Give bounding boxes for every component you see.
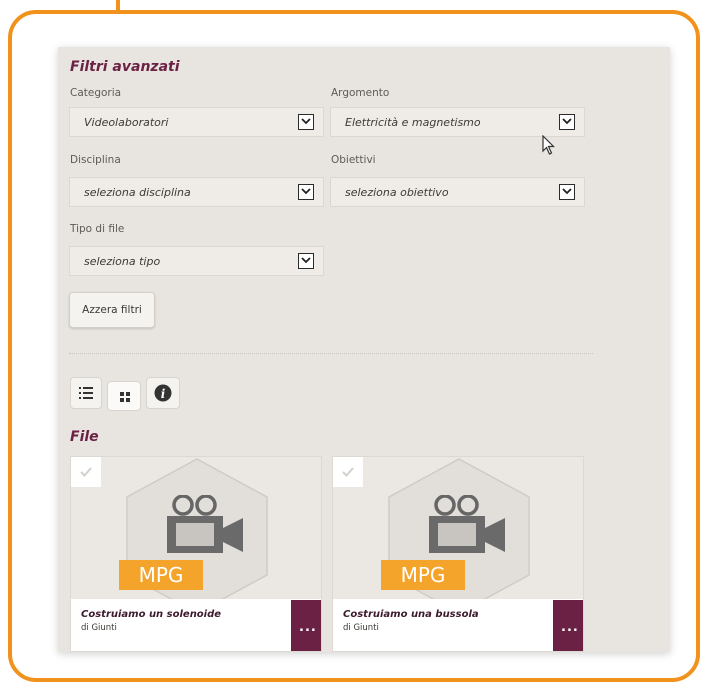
mouse-pointer-icon: [542, 135, 555, 155]
file-card[interactable]: MPG Costruiamo un solenoide di Giunti ..…: [70, 456, 322, 652]
reset-filters-button[interactable]: Azzera filtri: [69, 292, 155, 328]
grid-icon: [120, 392, 130, 402]
obiettivi-select[interactable]: seleziona obiettivo: [330, 177, 585, 207]
select-checkbox[interactable]: [333, 457, 363, 487]
disciplina-value: seleziona disciplina: [84, 186, 191, 199]
file-author: di Giunti: [81, 623, 117, 633]
file-author: di Giunti: [343, 623, 379, 633]
svg-text:i: i: [161, 387, 166, 401]
chevron-down-icon[interactable]: [298, 253, 314, 269]
argomento-select[interactable]: Elettricità e magnetismo: [330, 107, 585, 137]
more-icon: ...: [299, 620, 317, 635]
chevron-down-icon[interactable]: [298, 184, 314, 200]
more-icon: ...: [561, 620, 579, 635]
list-view-button[interactable]: [70, 377, 102, 409]
categoria-label: Categoria: [70, 87, 122, 99]
callout-pointer: [116, 0, 120, 14]
chevron-down-icon[interactable]: [298, 114, 314, 130]
select-checkbox[interactable]: [71, 457, 101, 487]
argomento-label: Argomento: [331, 87, 390, 99]
more-options-button[interactable]: ...: [291, 600, 321, 651]
categoria-value: Videolaboratori: [84, 116, 169, 129]
tipo-file-label: Tipo di file: [70, 223, 125, 235]
info-icon: i: [154, 384, 172, 402]
file-name[interactable]: Costruiamo una bussola: [343, 609, 479, 620]
files-title: File: [70, 429, 99, 445]
divider: [69, 353, 593, 354]
filters-title: Filtri avanzati: [70, 59, 180, 75]
file-type-badge: MPG: [381, 560, 465, 590]
info-button[interactable]: i: [146, 377, 180, 409]
tipo-file-value: seleziona tipo: [84, 255, 161, 268]
disciplina-select[interactable]: seleziona disciplina: [69, 177, 324, 207]
video-camera-icon: [167, 495, 243, 553]
categoria-select[interactable]: Videolaboratori: [69, 107, 324, 137]
chevron-down-icon[interactable]: [559, 114, 575, 130]
file-type-badge: MPG: [119, 560, 203, 590]
more-options-button[interactable]: ...: [553, 600, 583, 651]
tipo-file-select[interactable]: seleziona tipo: [69, 246, 324, 276]
video-camera-icon: [429, 495, 505, 553]
check-icon: [342, 467, 354, 477]
chevron-down-icon[interactable]: [559, 184, 575, 200]
disciplina-label: Disciplina: [70, 154, 121, 166]
check-icon: [80, 467, 92, 477]
list-icon: [79, 387, 93, 399]
obiettivi-label: Obiettivi: [331, 154, 376, 166]
grid-view-button[interactable]: [107, 381, 141, 411]
file-name[interactable]: Costruiamo un solenoide: [81, 609, 221, 620]
argomento-value: Elettricità e magnetismo: [345, 116, 481, 129]
filter-panel: Filtri avanzati Categoria Videolaborator…: [58, 47, 670, 652]
obiettivi-value: seleziona obiettivo: [345, 186, 449, 199]
file-card[interactable]: MPG Costruiamo una bussola di Giunti ...: [332, 456, 584, 652]
